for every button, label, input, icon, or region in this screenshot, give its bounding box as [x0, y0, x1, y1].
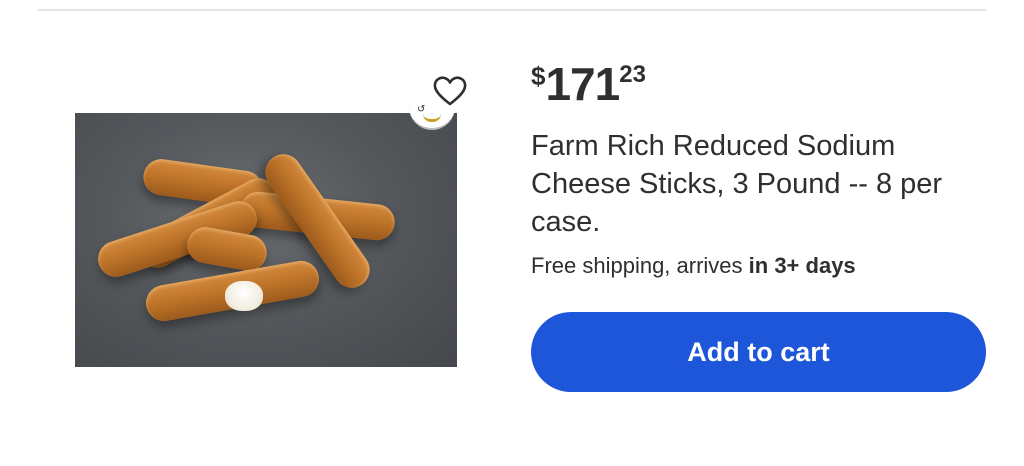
product-image[interactable]	[75, 113, 457, 367]
price-cents: 23	[619, 61, 646, 88]
product-price: $17123	[531, 57, 646, 111]
shipping-info: Free shipping, arrives in 3+ days	[531, 253, 856, 279]
price-currency: $	[531, 61, 546, 91]
product-title[interactable]: Farm Rich Reduced Sodium Cheese Sticks, …	[531, 127, 981, 241]
badge-arc	[423, 114, 441, 122]
heart-outline-icon	[433, 76, 467, 106]
shipping-eta: in 3+ days	[748, 253, 856, 278]
cheese-stick	[184, 224, 270, 274]
favorite-button[interactable]	[431, 75, 469, 109]
price-dollars: 171	[545, 58, 620, 110]
shipping-text: Free shipping, arrives	[531, 253, 749, 278]
top-divider	[38, 9, 986, 11]
melted-cheese	[225, 281, 263, 311]
add-to-cart-button[interactable]: Add to cart	[531, 312, 986, 392]
